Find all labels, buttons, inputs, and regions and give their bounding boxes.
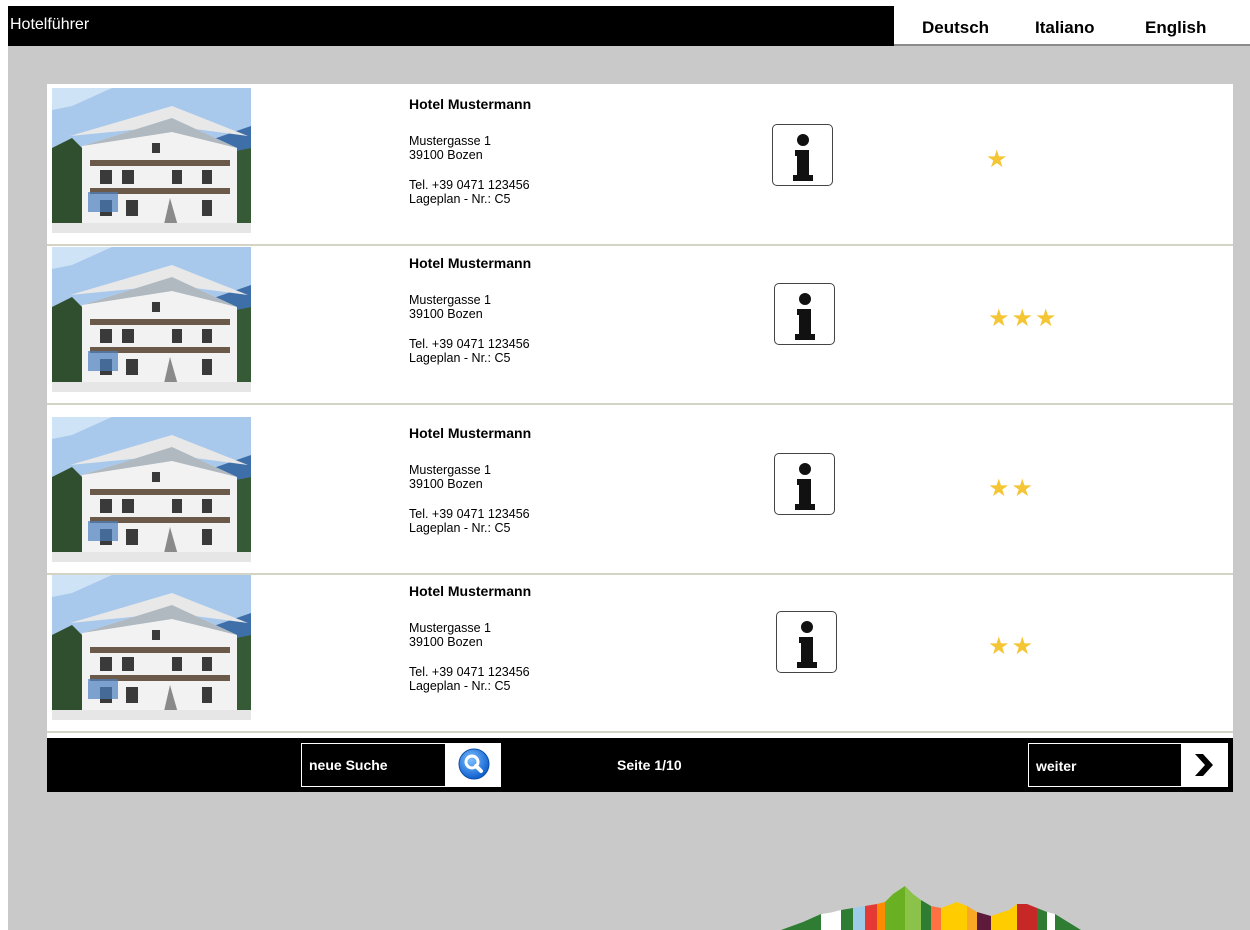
hotel-phone: Tel. +39 0471 123456 — [409, 507, 530, 521]
language-deutsch[interactable]: Deutsch — [922, 18, 989, 38]
new-search-button[interactable]: neue Suche — [301, 743, 501, 787]
hotel-phone: Tel. +39 0471 123456 — [409, 665, 530, 679]
hotel-info: Hotel Mustermann Mustergasse 1 39100 Boz… — [409, 583, 709, 693]
hotel-row: Hotel Mustermann Mustergasse 1 39100 Boz… — [47, 84, 1233, 246]
mountain-logo — [781, 886, 1081, 930]
row-divider — [47, 403, 1233, 405]
hotel-row: Hotel Mustermann Mustergasse 1 39100 Boz… — [47, 571, 1233, 733]
hotel-street: Mustergasse 1 — [409, 463, 491, 477]
hotel-photo — [52, 575, 251, 720]
hotel-list: Hotel Mustermann Mustergasse 1 39100 Boz… — [47, 84, 1233, 738]
language-switcher: Deutsch Italiano English — [894, 6, 1250, 46]
hotel-info-button[interactable] — [772, 124, 833, 186]
top-bar: Hotelführer Deutsch Italiano English — [8, 6, 1250, 46]
hotel-contact: Tel. +39 0471 123456 Lageplan - Nr.: C5 — [409, 665, 709, 693]
hotel-star-rating: ★★★ — [988, 305, 1059, 332]
next-arrow-box[interactable] — [1181, 744, 1227, 786]
hotel-row: Hotel Mustermann Mustergasse 1 39100 Boz… — [47, 243, 1233, 405]
search-icon-box[interactable] — [445, 744, 500, 786]
hotel-star-rating: ★★ — [988, 475, 1036, 502]
hotel-contact: Tel. +39 0471 123456 Lageplan - Nr.: C5 — [409, 178, 709, 206]
hotel-street: Mustergasse 1 — [409, 134, 491, 148]
hotel-city: 39100 Bozen — [409, 635, 483, 649]
hotel-city: 39100 Bozen — [409, 148, 483, 162]
hotel-phone: Tel. +39 0471 123456 — [409, 178, 530, 192]
hotel-photo — [52, 88, 251, 233]
hotel-street: Mustergasse 1 — [409, 621, 491, 635]
hotel-info: Hotel Mustermann Mustergasse 1 39100 Boz… — [409, 96, 709, 206]
hotel-address: Mustergasse 1 39100 Bozen — [409, 463, 709, 491]
info-icon — [795, 463, 815, 510]
hotel-row: Hotel Mustermann Mustergasse 1 39100 Boz… — [47, 413, 1233, 575]
hotel-phone: Tel. +39 0471 123456 — [409, 337, 530, 351]
next-label: weiter — [1036, 758, 1077, 774]
hotel-name[interactable]: Hotel Mustermann — [409, 96, 709, 112]
app-window: Hotelführer Deutsch Italiano English Hot… — [8, 6, 1250, 930]
info-icon — [797, 621, 817, 668]
hotel-photo — [52, 417, 251, 562]
language-bar-underline — [894, 44, 1250, 46]
language-italiano[interactable]: Italiano — [1035, 18, 1095, 38]
new-search-label: neue Suche — [309, 757, 388, 773]
hotel-address: Mustergasse 1 39100 Bozen — [409, 134, 709, 162]
app-title: Hotelführer — [10, 16, 90, 33]
hotel-photo — [52, 247, 251, 392]
row-divider — [47, 731, 1233, 733]
hotel-contact: Tel. +39 0471 123456 Lageplan - Nr.: C5 — [409, 337, 709, 365]
hotel-name[interactable]: Hotel Mustermann — [409, 255, 709, 271]
hotel-info-button[interactable] — [774, 283, 835, 345]
hotel-name[interactable]: Hotel Mustermann — [409, 583, 709, 599]
hotel-map-ref: Lageplan - Nr.: C5 — [409, 521, 511, 535]
hotel-name[interactable]: Hotel Mustermann — [409, 425, 709, 441]
hotel-info: Hotel Mustermann Mustergasse 1 39100 Boz… — [409, 255, 709, 365]
info-icon — [795, 293, 815, 340]
page-indicator: Seite 1/10 — [617, 757, 682, 773]
next-page-button[interactable]: weiter — [1028, 743, 1228, 787]
hotel-info: Hotel Mustermann Mustergasse 1 39100 Boz… — [409, 425, 709, 535]
hotel-map-ref: Lageplan - Nr.: C5 — [409, 192, 511, 206]
hotel-star-rating: ★ — [986, 146, 1010, 173]
hotel-star-rating: ★★ — [988, 633, 1036, 660]
language-english[interactable]: English — [1145, 18, 1206, 38]
search-icon — [458, 748, 490, 780]
hotel-address: Mustergasse 1 39100 Bozen — [409, 621, 709, 649]
hotel-contact: Tel. +39 0471 123456 Lageplan - Nr.: C5 — [409, 507, 709, 535]
hotel-city: 39100 Bozen — [409, 477, 483, 491]
hotel-address: Mustergasse 1 39100 Bozen — [409, 293, 709, 321]
hotel-street: Mustergasse 1 — [409, 293, 491, 307]
hotel-map-ref: Lageplan - Nr.: C5 — [409, 679, 511, 693]
app-title-bar: Hotelführer — [8, 6, 894, 46]
hotel-map-ref: Lageplan - Nr.: C5 — [409, 351, 511, 365]
chevron-right-icon — [1195, 754, 1213, 776]
hotel-info-button[interactable] — [776, 611, 837, 673]
hotel-city: 39100 Bozen — [409, 307, 483, 321]
hotel-info-button[interactable] — [774, 453, 835, 515]
info-icon — [793, 134, 813, 181]
